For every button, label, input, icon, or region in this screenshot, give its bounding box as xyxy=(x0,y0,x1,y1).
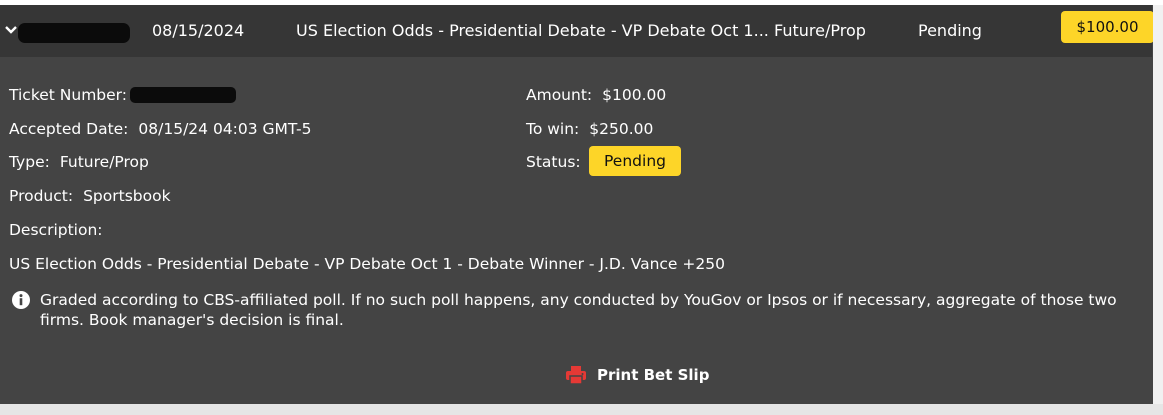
description-value: US Election Odds - Presidential Debate -… xyxy=(9,255,725,273)
accepted-date-value: 08/15/24 04:03 GMT-5 xyxy=(138,120,312,138)
bet-panel: 08/15/2024 US Election Odds - Presidenti… xyxy=(0,5,1163,415)
bet-date: 08/15/2024 xyxy=(152,21,245,40)
amount-value: $100.00 xyxy=(602,86,667,104)
amount-label: Amount: xyxy=(526,86,593,104)
ticket-number-row: Ticket Number: xyxy=(9,85,137,105)
bet-event: US Election Odds - Presidential Debate -… xyxy=(296,21,769,40)
to-win-value: $250.00 xyxy=(589,120,654,138)
info-icon xyxy=(11,290,31,314)
product-label: Product: xyxy=(9,187,74,205)
amount-badge: $100.00 xyxy=(1061,11,1154,43)
status-label: Status: xyxy=(526,153,581,171)
amount-row: Amount: $100.00 xyxy=(526,85,666,105)
chevron-down-icon[interactable] xyxy=(4,21,18,40)
bet-status: Pending xyxy=(918,21,982,40)
redacted-username xyxy=(18,23,130,43)
product-value: Sportsbook xyxy=(83,187,171,205)
print-bet-slip-button[interactable]: Print Bet Slip xyxy=(565,365,709,385)
ticket-number-label: Ticket Number: xyxy=(9,86,127,104)
printer-icon xyxy=(566,366,586,385)
to-win-row: To win: $250.00 xyxy=(526,119,653,139)
bottom-divider xyxy=(0,404,1163,415)
accepted-date-label: Accepted Date: xyxy=(9,120,129,138)
redacted-ticket-number xyxy=(130,87,236,103)
type-row: Type: Future/Prop xyxy=(9,152,149,172)
print-bet-slip-label: Print Bet Slip xyxy=(597,366,710,384)
grading-note: Graded according to CBS-affiliated poll.… xyxy=(40,291,1117,329)
to-win-label: To win: xyxy=(526,120,580,138)
bet-header-row[interactable]: 08/15/2024 US Election Odds - Presidenti… xyxy=(0,5,1154,57)
bet-type: Future/Prop xyxy=(774,21,866,40)
type-value: Future/Prop xyxy=(59,153,149,171)
description-label: Description: xyxy=(9,221,103,239)
accepted-date-row: Accepted Date: 08/15/24 04:03 GMT-5 xyxy=(9,119,311,139)
product-row: Product: Sportsbook xyxy=(9,186,171,206)
type-label: Type: xyxy=(9,153,50,171)
scrollbar[interactable] xyxy=(1153,5,1163,404)
status-badge: Pending xyxy=(589,146,681,176)
